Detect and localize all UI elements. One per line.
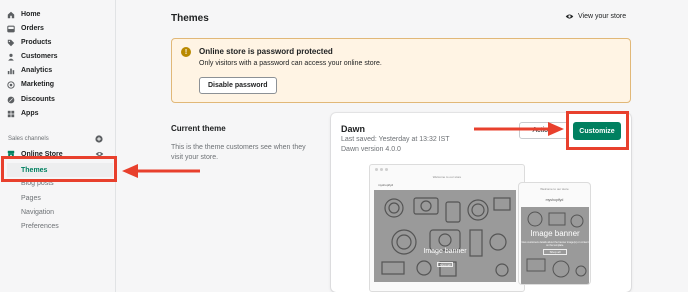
preview-image-banner: Image banner Shop all [374,190,516,282]
sidebar-item-analytics[interactable]: Analytics [7,64,52,77]
sidebar-item-label: Apps [21,110,39,117]
sidebar-item-label: Customers [21,53,58,60]
add-sales-channel-icon[interactable] [95,135,103,143]
banner-text: Only visitors with a password can access… [199,60,382,67]
theme-last-saved: Last saved: Yesterday at 13:32 IST [341,136,450,143]
sidebar-subitem-preferences[interactable]: Preferences [21,223,59,230]
disable-password-button[interactable]: Disable password [199,77,277,94]
target-icon [7,80,15,89]
sidebar-item-marketing[interactable]: Marketing [7,78,54,91]
tag-icon [7,39,15,47]
sidebar-item-apps[interactable]: Apps [7,107,39,120]
annotation-highlight-customize [566,111,629,150]
mobile-image-banner: Image banner Give customers details abou… [521,207,589,284]
desktop-preview: Welcome to our store myshopifyd Image ba… [369,164,525,292]
mobile-preview: Welcome to our store myshopifyd Image ba… [518,182,591,285]
theme-version: Dawn version 4.0.0 [341,146,401,153]
sidebar-item-label: Analytics [21,67,53,74]
annotation-highlight-themes [1,156,117,182]
sidebar: Home Orders Products Customers Analytics… [0,0,116,292]
annotation-arrow-customize [474,122,564,136]
current-theme-heading: Current theme [171,124,226,133]
camera-gear-image [381,197,511,277]
banner-title: Online store is password protected [199,47,333,56]
mobile-banner-label: Image banner [530,229,580,238]
warning-icon: ! [181,47,191,57]
orders-icon [7,25,15,33]
sidebar-item-orders[interactable]: Orders [7,22,44,35]
home-icon [7,11,15,19]
view-store-link[interactable]: View your store [565,13,626,20]
page-title: Themes [171,13,209,24]
person-icon [7,53,15,61]
mobile-store-name: myshopifyd [545,198,564,202]
sidebar-item-label: Orders [21,25,44,32]
sales-channels-heading: Sales channels [8,136,49,142]
sidebar-item-label: Discounts [21,96,55,103]
sidebar-item-discounts[interactable]: Discounts [7,93,55,106]
theme-name: Dawn [341,124,366,134]
eye-icon [565,14,574,19]
window-dots [375,168,388,171]
mobile-announcement: Welcome to our store [540,187,569,191]
sidebar-item-label: Marketing [21,81,55,88]
sidebar-subitem-navigation[interactable]: Navigation [21,209,54,216]
bar-chart-icon [7,67,15,75]
discount-icon [7,96,15,104]
sidebar-item-label: Products [21,39,52,46]
sidebar-subitem-pages[interactable]: Pages [21,195,41,202]
mobile-shop-button: Shop all [543,249,567,255]
sidebar-item-products[interactable]: Products [7,36,51,49]
sidebar-item-home[interactable]: Home [7,8,40,21]
preview-banner-label: Image banner [423,248,467,255]
apps-icon [7,110,15,118]
preview-store-name: myshopifyd [378,183,394,187]
sidebar-item-label: Home [21,11,41,18]
sidebar-item-customers[interactable]: Customers [7,50,58,63]
preview-announcement: Welcome to our store [432,175,462,179]
annotation-arrow-themes [122,164,200,178]
password-banner: ! Online store is password protected Onl… [171,38,631,103]
preview-shop-button: Shop all [437,262,453,267]
current-theme-description: This is the theme customers see when the… [171,144,306,161]
view-store-label: View your store [578,13,627,20]
mobile-banner-subtitle: Give customers details about the banner … [521,241,589,247]
